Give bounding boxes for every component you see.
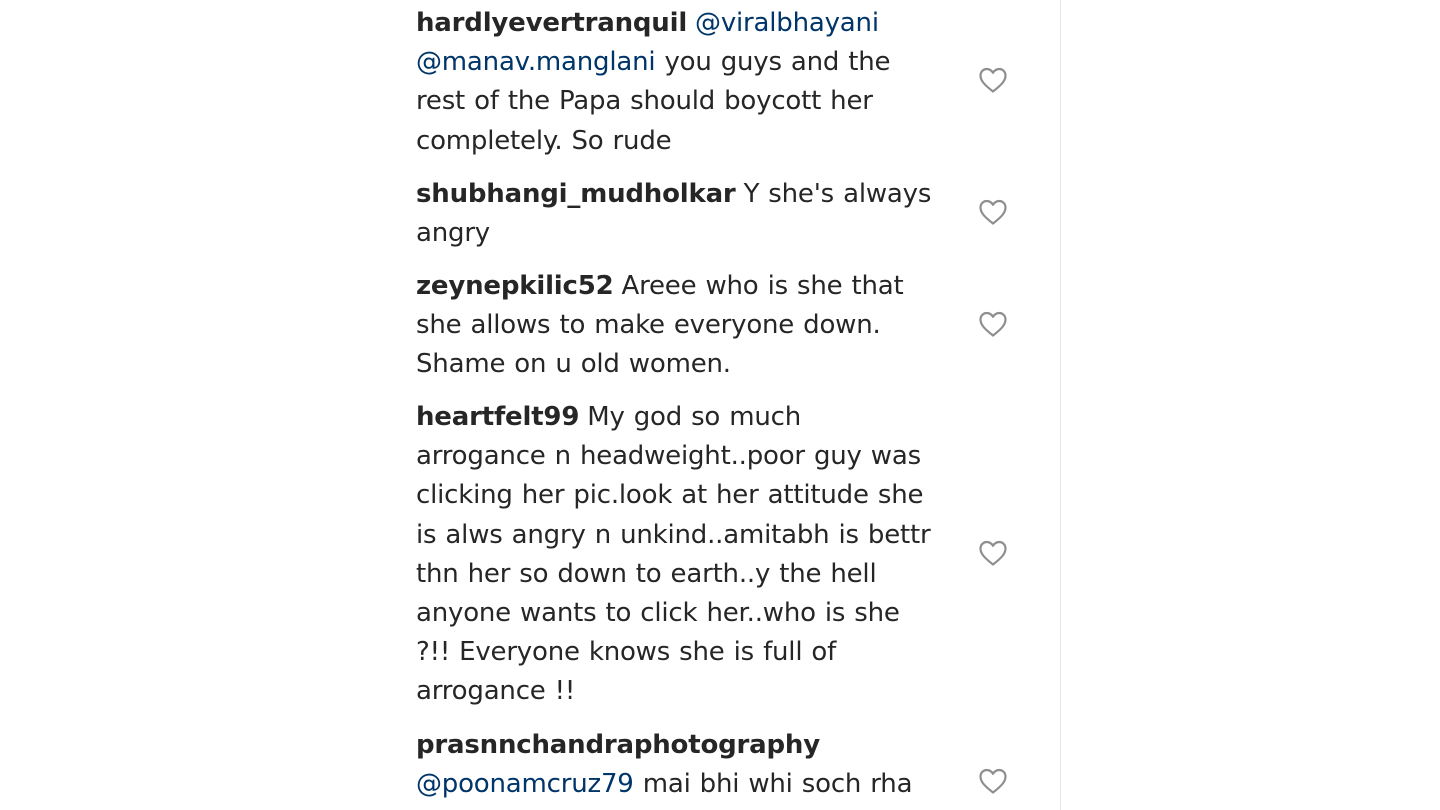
comments-panel: hardlyevertranquil @viralbhayani @manav.m…: [396, 0, 1061, 810]
comment-item: heartfelt99 My god so much arrogance n he…: [416, 398, 976, 712]
comment-username[interactable]: zeynepkilic52: [416, 271, 614, 301]
page: hardlyevertranquil @viralbhayani @manav.m…: [0, 0, 1440, 810]
comment-text: Areee who is she that: [621, 271, 904, 301]
comment-line: completely. So rude: [416, 122, 976, 161]
comment-text: completely. So rude: [416, 125, 672, 156]
like-button[interactable]: [978, 198, 1008, 226]
comment-text: rest of the Papa should boycott her: [416, 86, 873, 117]
comment-line: prasnnchandraphotography: [416, 726, 976, 765]
comment-item: prasnnchandraphotography @poonamcruz79 m…: [416, 726, 976, 804]
comment-username[interactable]: heartfelt99: [416, 402, 579, 432]
comment-line: zeynepkilic52 Areee who is she that: [416, 267, 976, 306]
comment-mention[interactable]: @poonamcruz79: [416, 769, 634, 799]
comment-text: angry: [416, 218, 490, 249]
comment-username[interactable]: prasnnchandraphotography: [416, 730, 820, 760]
comment-line: anyone wants to click her..who is she: [416, 594, 976, 633]
comment-text: thn her so down to earth..y the hell: [416, 558, 877, 589]
comment-mention[interactable]: @viralbhayani: [695, 8, 879, 38]
comment-line: arrogance !!: [416, 672, 976, 711]
comment-item: hardlyevertranquil @viralbhayani @manav.m…: [416, 4, 976, 161]
heart-outline-icon: [979, 311, 1007, 337]
like-button[interactable]: [978, 767, 1008, 795]
comment-line: @manav.manglani you guys and the: [416, 43, 976, 82]
comment-username[interactable]: hardlyevertranquil: [416, 8, 687, 38]
comment-line: hardlyevertranquil @viralbhayani: [416, 4, 976, 43]
comment-line: rest of the Papa should boycott her: [416, 82, 976, 121]
comment-line: heartfelt99 My god so much: [416, 398, 976, 437]
comment-text: she allows to make everyone down.: [416, 310, 881, 341]
comment-line: ?!! Everyone knows she is full of: [416, 633, 976, 672]
like-button[interactable]: [978, 66, 1008, 94]
comment-text: Y she's always: [743, 179, 932, 209]
like-button[interactable]: [978, 539, 1008, 567]
like-button[interactable]: [978, 310, 1008, 338]
comment-text: arrogance !!: [416, 676, 576, 707]
heart-outline-icon: [979, 768, 1007, 794]
comment-text: Shame on u old women.: [416, 349, 731, 380]
comment-text: My god so much: [587, 402, 801, 432]
comment-line: thn her so down to earth..y the hell: [416, 555, 976, 594]
comment-line: arrogance n headweight..poor guy was: [416, 437, 976, 476]
comment-text: arrogance n headweight..poor guy was: [416, 441, 921, 472]
comment-text: is alws angry n unkind..amitabh is bettr: [416, 519, 931, 550]
comment-item: zeynepkilic52 Areee who is she that she a…: [416, 267, 976, 385]
comment-text: you guys and the: [655, 47, 891, 78]
comment-line: angry: [416, 214, 976, 253]
heart-outline-icon: [979, 540, 1007, 566]
comment-text: ?!! Everyone knows she is full of: [416, 637, 837, 668]
comment-line: she allows to make everyone down.: [416, 306, 976, 345]
comment-line: shubhangi_mudholkar Y she's always: [416, 175, 976, 214]
comment-text: clicking her pic.look at her attitude sh…: [416, 480, 924, 511]
comment-text: mai bhi whi soch rha: [633, 769, 913, 800]
heart-outline-icon: [979, 67, 1007, 93]
comment-item: shubhangi_mudholkar Y she's always angry: [416, 175, 976, 253]
comment-line: is alws angry n unkind..amitabh is bettr: [416, 516, 976, 555]
comment-text: anyone wants to click her..who is she: [416, 598, 900, 629]
comment-line: clicking her pic.look at her attitude sh…: [416, 476, 976, 515]
comment-username[interactable]: shubhangi_mudholkar: [416, 179, 736, 209]
comment-line: @poonamcruz79 mai bhi whi soch rha: [416, 765, 976, 804]
heart-outline-icon: [979, 199, 1007, 225]
comment-mention[interactable]: @manav.manglani: [416, 47, 656, 77]
comment-line: Shame on u old women.: [416, 345, 976, 384]
